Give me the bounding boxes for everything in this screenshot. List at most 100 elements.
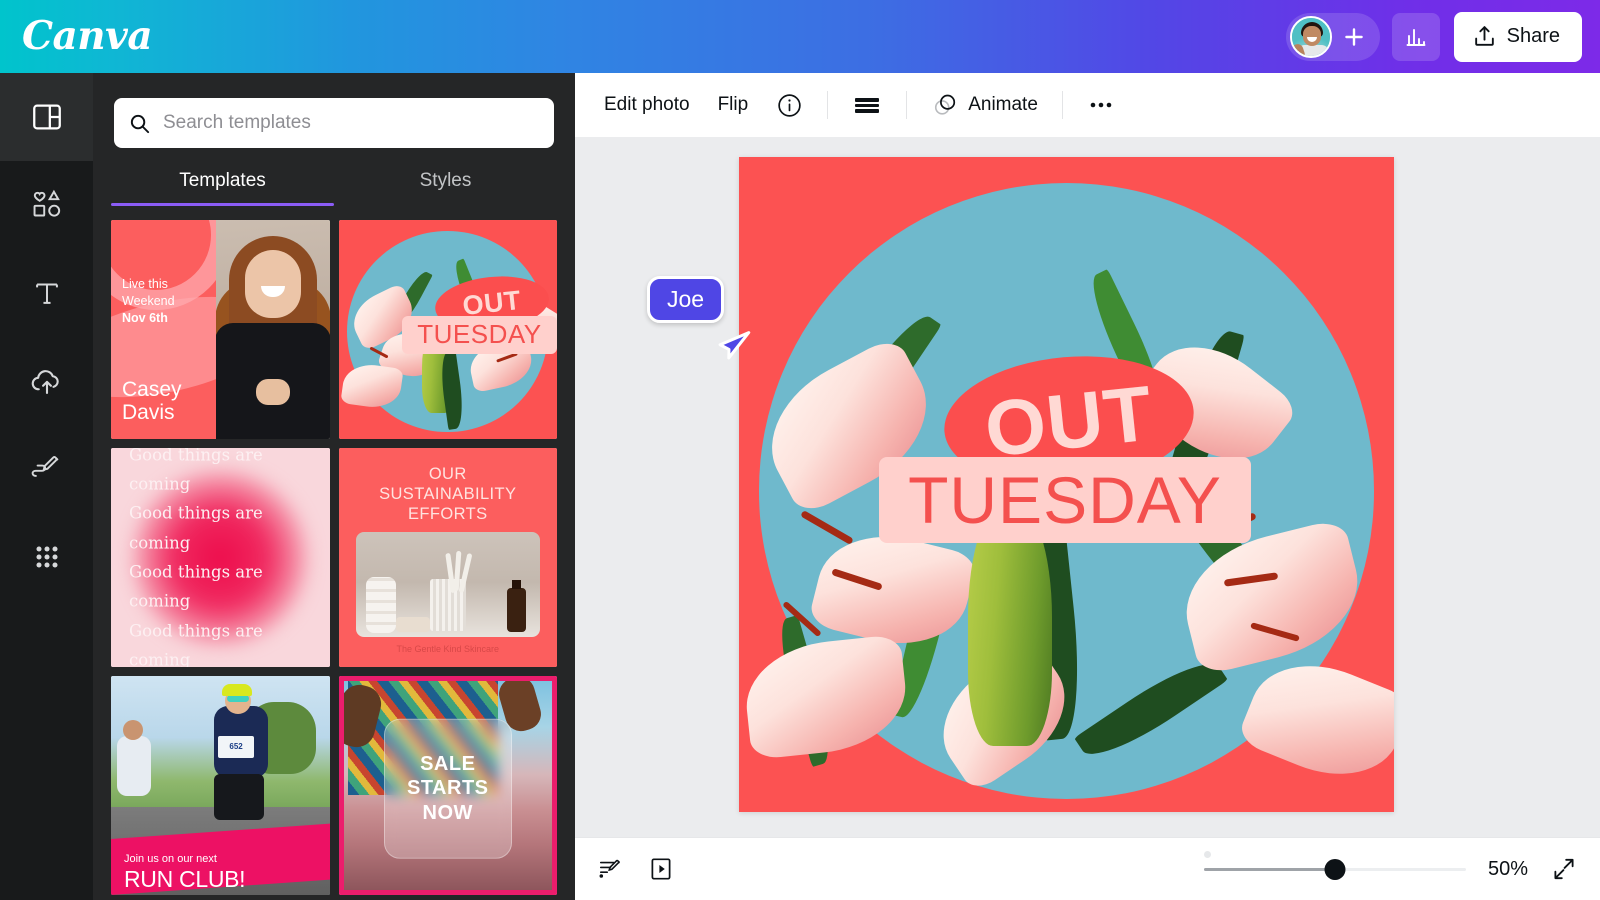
collaborator-cursor: Joe xyxy=(647,276,751,360)
sale-line-1: SALE xyxy=(420,752,476,775)
layout-icon xyxy=(32,104,61,130)
search-input[interactable] xyxy=(163,112,540,134)
edit-photo-label: Edit photo xyxy=(604,94,690,115)
left-rail xyxy=(0,73,93,900)
sale-line-2: STARTS xyxy=(406,777,489,800)
flip-label: Flip xyxy=(717,94,749,115)
shapes-icon xyxy=(33,189,60,217)
casey-photo xyxy=(215,220,330,439)
share-button-label: Share xyxy=(1506,25,1560,47)
notes-button[interactable] xyxy=(597,855,625,883)
pen-icon xyxy=(31,456,58,477)
info-button[interactable] xyxy=(762,84,817,127)
present-button[interactable] xyxy=(647,855,675,883)
template-card-sustainability[interactable]: OUR SUSTAINABILITY EFFORTS The Gentle Ki… xyxy=(338,448,557,667)
template-card-good-things[interactable]: Good things are coming Good things are c… xyxy=(111,448,330,667)
bottom-bar-right: 50% xyxy=(1203,851,1578,883)
header-actions: Share xyxy=(1285,11,1582,62)
tab-templates[interactable]: Templates xyxy=(111,170,334,206)
tab-templates-label: Templates xyxy=(179,170,266,191)
edit-photo-button[interactable]: Edit photo xyxy=(590,86,704,124)
ellipsis-icon xyxy=(1090,102,1112,108)
sale-glass-card: SALE STARTS NOW xyxy=(383,718,512,859)
sale-bg: SALE STARTS NOW xyxy=(338,676,557,895)
good-things-bg: Good things are coming Good things are c… xyxy=(111,448,330,667)
template-card-casey-davis[interactable]: Live this Weekend Nov 6th Casey Davis xyxy=(111,220,330,439)
animate-button[interactable]: Animate xyxy=(917,83,1052,127)
zoom-slider[interactable] xyxy=(1203,851,1466,880)
position-bars-icon xyxy=(855,98,880,113)
app-header: Canva Share xyxy=(0,0,1600,73)
template-grid: Live this Weekend Nov 6th Casey Davis OU… xyxy=(93,220,575,895)
bottom-bar-left xyxy=(597,855,675,883)
rail-item-text[interactable] xyxy=(0,249,93,337)
run-club-headline: RUN CLUB! xyxy=(124,866,246,892)
editor-area: Edit photo Flip Animate Joe OUT TUESDAY … xyxy=(575,73,1600,900)
grid-dots-icon xyxy=(35,546,58,568)
toolbar-separator-3 xyxy=(1061,91,1063,119)
cloud-upload-icon xyxy=(31,370,59,395)
plus-icon xyxy=(1344,27,1363,46)
sustainability-photo xyxy=(355,532,540,637)
notes-edit-icon xyxy=(599,859,620,878)
template-card-sale-starts-now[interactable]: SALE STARTS NOW xyxy=(338,676,557,895)
canvas-viewport[interactable]: Joe OUT TUESDAY xyxy=(575,137,1600,837)
add-collaborator-button[interactable] xyxy=(1334,17,1374,57)
info-circle-icon xyxy=(778,93,801,117)
sale-line-3: NOW xyxy=(422,801,473,824)
animate-label: Animate xyxy=(968,94,1038,115)
present-play-icon xyxy=(651,858,671,880)
lily-artwork-thumb: OUT TUESDAY xyxy=(338,220,557,439)
rail-item-design-templates[interactable] xyxy=(0,73,93,161)
casey-name: Casey Davis xyxy=(122,377,182,425)
flip-button[interactable]: Flip xyxy=(704,86,763,124)
sustainability-bg: OUR SUSTAINABILITY EFFORTS The Gentle Ki… xyxy=(338,448,557,667)
sustainability-title: OUR SUSTAINABILITY EFFORTS xyxy=(379,465,517,523)
tab-styles-label: Styles xyxy=(419,170,472,191)
design-canvas[interactable]: OUT TUESDAY xyxy=(739,157,1394,812)
panel-tabs: Templates Styles xyxy=(93,170,575,206)
cursor-pointer-icon xyxy=(718,331,751,360)
zoom-level-label: 50% xyxy=(1487,857,1528,880)
sustainability-caption: The Gentle Kind Skincare xyxy=(396,644,500,654)
expand-icon xyxy=(1554,858,1574,880)
insights-button[interactable] xyxy=(1391,12,1440,61)
casey-left-panel: Live this Weekend Nov 6th Casey Davis xyxy=(111,220,216,439)
more-options-button[interactable] xyxy=(1073,87,1129,123)
run-club-kicker: Join us on our next xyxy=(124,853,217,865)
position-button[interactable] xyxy=(838,85,896,125)
templates-panel: Templates Styles Live this Weekend Nov 6… xyxy=(93,73,575,900)
collaborator-name-pill: Joe xyxy=(647,276,725,323)
collaborators-group xyxy=(1285,12,1380,61)
text-t-icon xyxy=(35,283,58,304)
upload-icon xyxy=(1474,26,1494,46)
lily-artwork-canvas: OUT TUESDAY xyxy=(739,157,1394,812)
template-card-out-tuesday[interactable]: OUT TUESDAY xyxy=(338,220,557,439)
run-club-bg: 652 Join us on our next RUN CLUB! xyxy=(111,676,330,895)
avatar[interactable] xyxy=(1289,15,1332,58)
rail-item-elements[interactable] xyxy=(0,161,93,249)
canvas-tuesday-pill[interactable]: TUESDAY xyxy=(879,457,1251,543)
zoom-slider-thumb[interactable] xyxy=(1324,858,1346,880)
fullscreen-button[interactable] xyxy=(1550,855,1578,883)
tab-styles[interactable]: Styles xyxy=(334,170,557,206)
zoom-slider-fill xyxy=(1203,867,1335,871)
thumb-tuesday-pill: TUESDAY xyxy=(401,316,557,354)
editor-bottom-bar: 50% xyxy=(575,837,1600,900)
animate-circles-icon xyxy=(935,94,956,115)
rail-item-uploads[interactable] xyxy=(0,337,93,425)
toolbar-separator-2 xyxy=(906,91,908,119)
rail-item-apps[interactable] xyxy=(0,513,93,601)
bar-chart-icon xyxy=(1406,28,1426,46)
search-box[interactable] xyxy=(114,98,554,148)
template-card-run-club[interactable]: 652 Join us on our next RUN CLUB! xyxy=(111,676,330,895)
run-club-bib: 652 xyxy=(229,742,243,751)
search-icon xyxy=(130,114,150,133)
zoom-slider-min-dot xyxy=(1203,851,1211,858)
canva-logo[interactable]: Canva xyxy=(22,17,153,56)
rail-item-draw[interactable] xyxy=(0,425,93,513)
share-button[interactable]: Share xyxy=(1453,11,1582,62)
object-toolbar: Edit photo Flip Animate xyxy=(575,73,1600,137)
casey-kicker: Live this Weekend Nov 6th xyxy=(122,277,175,325)
toolbar-separator xyxy=(827,91,829,119)
